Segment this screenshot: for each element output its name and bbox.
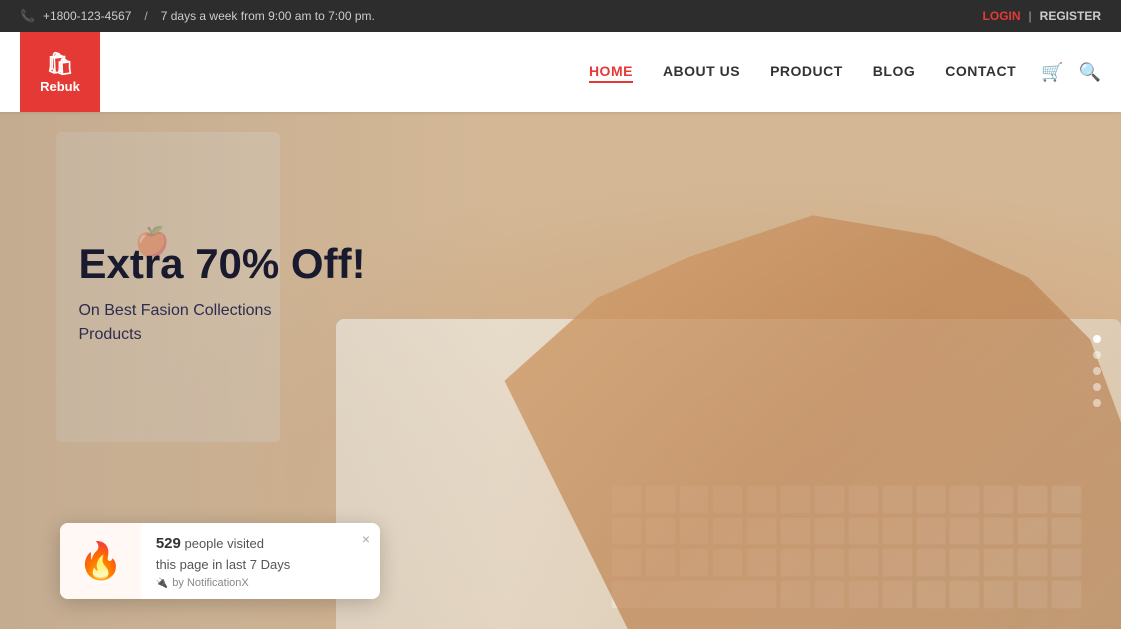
fire-icon: 🔥 bbox=[78, 540, 123, 582]
navbar: 🛍 Rebuk HOME ABOUT US PRODUCT BLOG CONTA… bbox=[0, 32, 1121, 112]
hero-section: 🍎 Extra 70% Off! On Best Fas bbox=[0, 112, 1121, 629]
notification-subtext: this page in last 7 Days bbox=[156, 557, 365, 572]
hero-title: Extra 70% Off! bbox=[78, 239, 365, 289]
slider-dot-3[interactable] bbox=[1093, 367, 1101, 375]
phone-number: +1800-123-4567 bbox=[43, 9, 131, 23]
top-bar: 📞 +1800-123-4567 / 7 days a week from 9:… bbox=[0, 0, 1121, 32]
login-link[interactable]: LOGIN bbox=[983, 9, 1021, 23]
nav-item-about[interactable]: ABOUT US bbox=[663, 63, 740, 81]
cart-icon[interactable]: 🛒 bbox=[1041, 62, 1063, 83]
notification-content: 529 people visited this page in last 7 D… bbox=[141, 523, 380, 599]
top-bar-left: 📞 +1800-123-4567 / 7 days a week from 9:… bbox=[20, 9, 375, 23]
nav-icons: 🛒 🔍 bbox=[1041, 62, 1101, 83]
hero-content: Extra 70% Off! On Best Fasion Collection… bbox=[78, 239, 365, 347]
slider-dots bbox=[1093, 335, 1101, 407]
top-bar-right: LOGIN | REGISTER bbox=[983, 9, 1101, 23]
notification-count: 529 bbox=[156, 535, 181, 552]
slider-dot-4[interactable] bbox=[1093, 383, 1101, 391]
phone-icon: 📞 bbox=[20, 9, 35, 23]
notification-close-button[interactable]: × bbox=[362, 531, 370, 547]
nav-links: HOME ABOUT US PRODUCT BLOG CONTACT bbox=[589, 63, 1016, 81]
notification-popup: 🔥 529 people visited this page in last 7… bbox=[60, 523, 380, 599]
nav-item-product[interactable]: PRODUCT bbox=[770, 63, 843, 81]
hero-subtitle-line2: Products bbox=[78, 326, 141, 343]
logo[interactable]: 🛍 Rebuk bbox=[20, 32, 100, 112]
divider: / bbox=[144, 9, 147, 23]
plugin-icon: 🔌 bbox=[156, 578, 168, 589]
hero-subtitle: On Best Fasion Collections Products bbox=[78, 299, 365, 347]
logo-text: Rebuk bbox=[40, 79, 80, 94]
logo-bag-icon: 🛍 bbox=[46, 51, 74, 77]
nav-item-home[interactable]: HOME bbox=[589, 63, 633, 81]
business-hours: 7 days a week from 9:00 am to 7:00 pm. bbox=[161, 9, 375, 23]
notification-icon-area: 🔥 bbox=[60, 523, 141, 599]
hero-subtitle-line1: On Best Fasion Collections bbox=[78, 302, 271, 319]
nav-item-blog[interactable]: BLOG bbox=[873, 63, 915, 81]
notification-visited-text: people visited bbox=[184, 536, 264, 551]
notification-plugin: 🔌 by NotificationX bbox=[156, 577, 365, 589]
slider-dot-1[interactable] bbox=[1093, 335, 1101, 343]
register-link[interactable]: REGISTER bbox=[1040, 9, 1101, 23]
slider-dot-5[interactable] bbox=[1093, 399, 1101, 407]
search-icon[interactable]: 🔍 bbox=[1079, 62, 1101, 83]
plugin-text: by NotificationX bbox=[172, 577, 248, 589]
auth-separator: | bbox=[1029, 9, 1032, 23]
nav-item-contact[interactable]: CONTACT bbox=[945, 63, 1016, 81]
slider-dot-2[interactable] bbox=[1093, 351, 1101, 359]
notification-text: 529 people visited bbox=[156, 535, 365, 552]
